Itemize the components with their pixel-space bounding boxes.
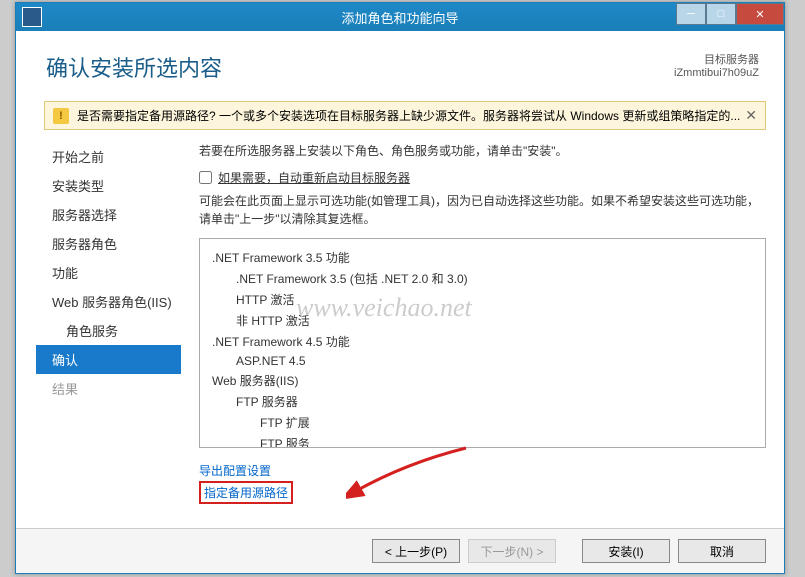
close-button[interactable]: ✕ bbox=[736, 3, 784, 25]
feature-item: .NET Framework 3.5 功能 bbox=[212, 247, 753, 268]
feature-item: HTTP 激活 bbox=[212, 289, 753, 310]
window-controls: ─ □ ✕ bbox=[676, 3, 784, 25]
feature-item: .NET Framework 4.5 功能 bbox=[212, 331, 753, 352]
sidebar-item[interactable]: 安装类型 bbox=[44, 171, 181, 200]
sidebar: 开始之前安装类型服务器选择服务器角色功能Web 服务器角色(IIS)角色服务确认… bbox=[16, 142, 181, 504]
target-label: 目标服务器 bbox=[674, 51, 759, 67]
install-button[interactable]: 安装(I) bbox=[582, 539, 670, 563]
sidebar-item[interactable]: 服务器选择 bbox=[44, 200, 181, 229]
sidebar-item[interactable]: Web 服务器角色(IIS) bbox=[44, 287, 181, 316]
cancel-button[interactable]: 取消 bbox=[678, 539, 766, 563]
footer: < 上一步(P) 下一步(N) > 安装(I) 取消 bbox=[16, 528, 784, 573]
export-config-link[interactable]: 导出配置设置 bbox=[199, 462, 766, 479]
feature-item: Web 服务器(IIS) bbox=[212, 370, 753, 391]
warning-bar: ! 是否需要指定备用源路径? 一个或多个安装选项在目标服务器上缺少源文件。服务器… bbox=[44, 101, 766, 130]
maximize-button[interactable]: □ bbox=[706, 3, 736, 25]
feature-item: FTP 扩展 bbox=[212, 412, 753, 433]
wizard-window: 添加角色和功能向导 ─ □ ✕ 确认安装所选内容 目标服务器 iZmmtibui… bbox=[15, 2, 785, 574]
sidebar-item[interactable]: 服务器角色 bbox=[44, 229, 181, 258]
restart-checkbox-label: 如果需要，自动重新启动目标服务器 bbox=[218, 169, 410, 186]
links: 导出配置设置 指定备用源路径 bbox=[199, 462, 766, 504]
window-title: 添加角色和功能向导 bbox=[341, 8, 458, 27]
warning-close-icon[interactable]: ✕ bbox=[745, 107, 757, 124]
content: 若要在所选服务器上安装以下角色、角色服务或功能，请单击"安装"。 如果需要，自动… bbox=[181, 142, 766, 504]
feature-list[interactable]: .NET Framework 3.5 功能.NET Framework 3.5 … bbox=[199, 238, 766, 448]
target-name: iZmmtibui7h09uZ bbox=[674, 67, 759, 79]
sidebar-item: 结果 bbox=[44, 374, 181, 403]
previous-button[interactable]: < 上一步(P) bbox=[372, 539, 460, 563]
header: 确认安装所选内容 目标服务器 iZmmtibui7h09uZ bbox=[16, 31, 784, 93]
sidebar-item[interactable]: 功能 bbox=[44, 258, 181, 287]
app-icon bbox=[22, 7, 42, 27]
warning-text: 是否需要指定备用源路径? 一个或多个安装选项在目标服务器上缺少源文件。服务器将尝… bbox=[77, 107, 740, 124]
target-info: 目标服务器 iZmmtibui7h09uZ bbox=[674, 51, 759, 79]
feature-item: FTP 服务 bbox=[212, 433, 753, 448]
feature-item: .NET Framework 3.5 (包括 .NET 2.0 和 3.0) bbox=[212, 268, 753, 289]
note-text: 可能会在此页面上显示可选功能(如管理工具)，因为已自动选择这些功能。如果不希望安… bbox=[199, 192, 766, 228]
intro-text: 若要在所选服务器上安装以下角色、角色服务或功能，请单击"安装"。 bbox=[199, 142, 766, 159]
page-title: 确认安装所选内容 bbox=[46, 51, 222, 83]
body: 开始之前安装类型服务器选择服务器角色功能Web 服务器角色(IIS)角色服务确认… bbox=[16, 142, 784, 504]
sidebar-item[interactable]: 角色服务 bbox=[44, 316, 181, 345]
restart-checkbox[interactable] bbox=[199, 171, 212, 184]
sidebar-item[interactable]: 开始之前 bbox=[44, 142, 181, 171]
restart-checkbox-row: 如果需要，自动重新启动目标服务器 bbox=[199, 169, 766, 186]
specify-source-link[interactable]: 指定备用源路径 bbox=[199, 481, 293, 504]
feature-item: 非 HTTP 激活 bbox=[212, 310, 753, 331]
feature-item: FTP 服务器 bbox=[212, 391, 753, 412]
titlebar: 添加角色和功能向导 ─ □ ✕ bbox=[16, 3, 784, 31]
feature-item: ASP.NET 4.5 bbox=[212, 352, 753, 370]
minimize-button[interactable]: ─ bbox=[676, 3, 706, 25]
next-button[interactable]: 下一步(N) > bbox=[468, 539, 556, 563]
warning-icon: ! bbox=[53, 108, 69, 124]
sidebar-item[interactable]: 确认 bbox=[36, 345, 181, 374]
